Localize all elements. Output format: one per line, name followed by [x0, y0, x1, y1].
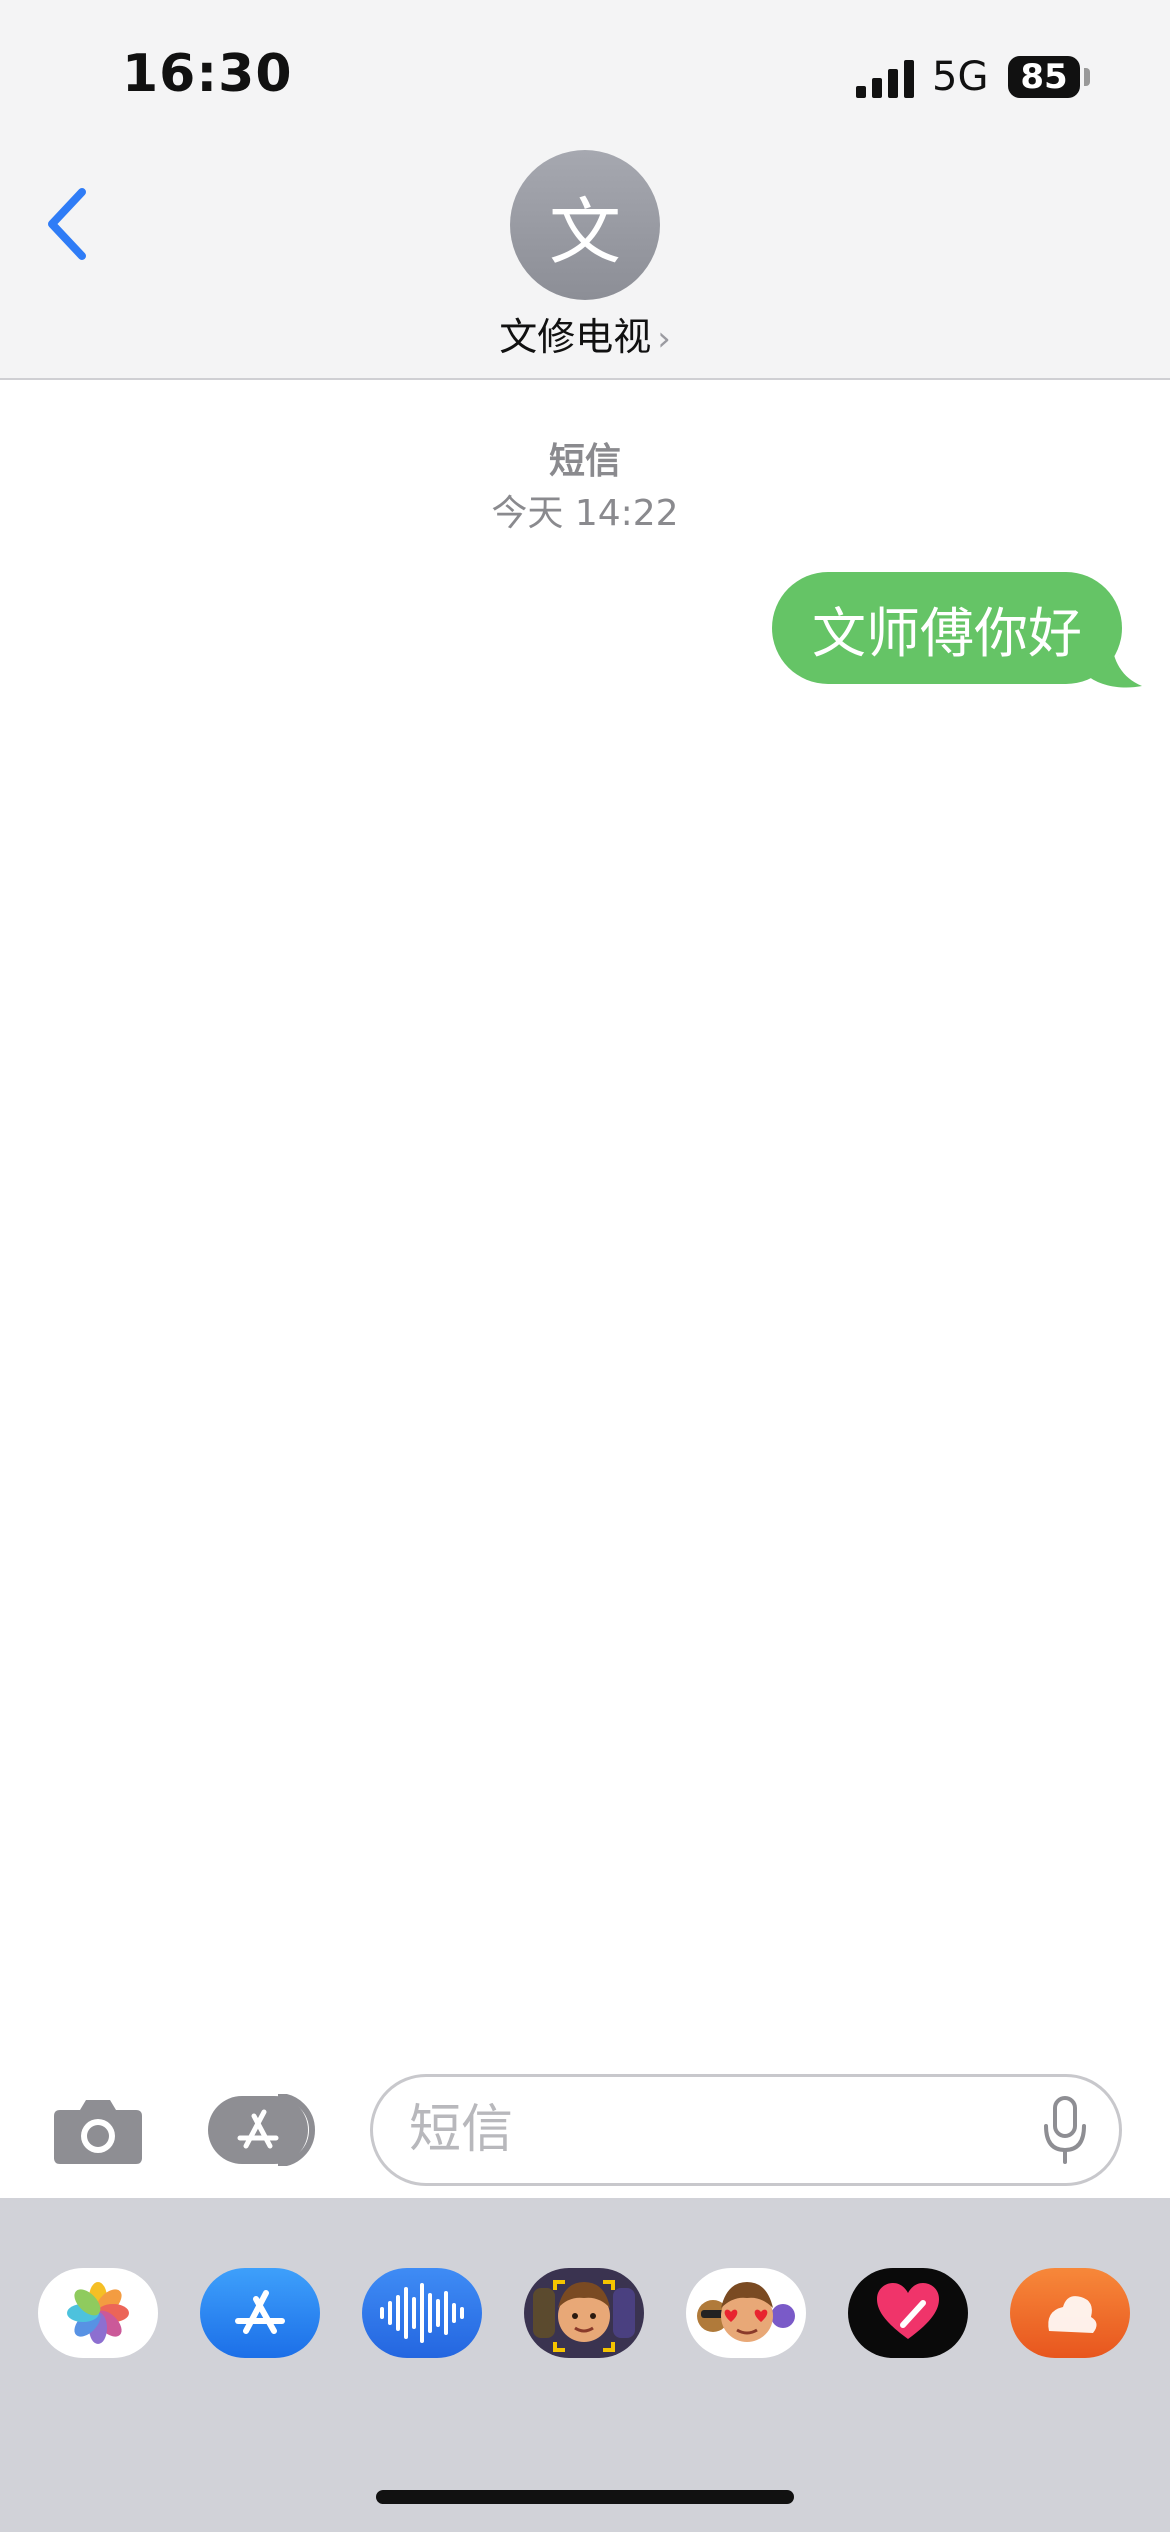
app-store-icon[interactable] — [208, 2094, 320, 2166]
audio-message-app-button[interactable] — [362, 2268, 482, 2358]
app-store-app-button[interactable] — [200, 2268, 320, 2358]
photos-icon — [67, 2282, 129, 2344]
thread-service-label: 短信 — [548, 441, 621, 482]
memoji-stickers-app-button[interactable] — [686, 2268, 806, 2358]
microphone-icon[interactable] — [1042, 2094, 1088, 2166]
network-type: 5G — [932, 54, 989, 100]
memoji-stickers-icon — [697, 2282, 795, 2342]
avatar-letter: 文 — [548, 189, 621, 274]
thread-timestamp: 今天 14:22 — [491, 493, 679, 534]
more-app-button[interactable] — [1010, 2268, 1130, 2358]
app-drawer — [0, 2198, 1170, 2532]
battery-icon: 85 — [1008, 56, 1080, 98]
digital-touch-app-button[interactable] — [848, 2268, 968, 2358]
cellular-signal-icon — [856, 60, 914, 98]
contact-name-button[interactable]: 文修电视 › — [0, 306, 1170, 361]
battery-cap — [1084, 68, 1090, 86]
chevron-right-icon: › — [657, 319, 671, 359]
contact-name: 文修电视 — [499, 315, 652, 359]
camera-icon[interactable] — [52, 2094, 144, 2166]
app-store-icon — [235, 2290, 285, 2334]
heart-icon — [877, 2283, 939, 2339]
sent-message-bubble[interactable]: 文师傅你好 — [772, 572, 1122, 684]
memoji-icon — [533, 2280, 635, 2352]
photos-app-button[interactable] — [38, 2268, 158, 2358]
waveform-icon — [380, 2283, 464, 2343]
contact-avatar[interactable]: 文 — [510, 150, 660, 300]
status-time: 16:30 — [122, 44, 293, 104]
home-indicator[interactable] — [376, 2490, 794, 2504]
message-text: 文师傅你好 — [812, 601, 1082, 665]
message-input[interactable] — [370, 2074, 1122, 2186]
memoji-app-button[interactable] — [524, 2268, 644, 2358]
battery-level: 85 — [1020, 57, 1068, 97]
back-chevron-icon[interactable] — [44, 186, 94, 262]
app-icon — [1048, 2296, 1097, 2333]
